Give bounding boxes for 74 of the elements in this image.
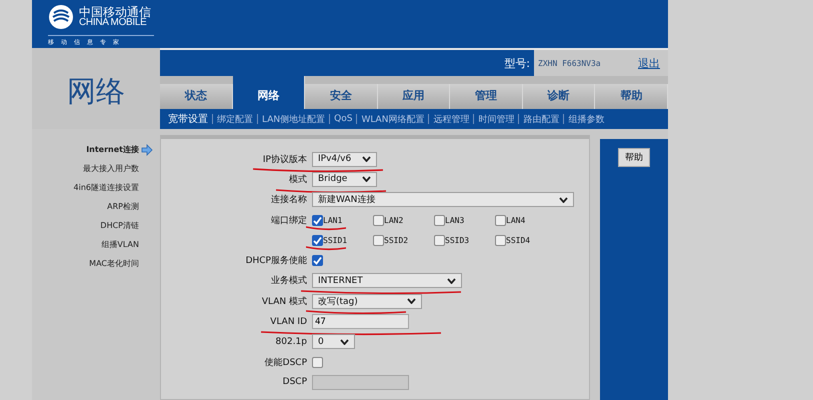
dropdown[interactable]: IPv4/v6	[312, 152, 377, 167]
checkbox[interactable]	[373, 234, 384, 246]
field-label: 端口绑定	[271, 214, 307, 227]
sidebar-item[interactable]: Internet连接	[86, 144, 139, 155]
checkbox[interactable]	[312, 214, 323, 226]
field-label: 使能DSCP	[264, 356, 307, 369]
nav-tab[interactable]: 安全	[305, 84, 378, 109]
checkbox[interactable]	[434, 214, 445, 226]
field-label: VLAN ID	[270, 316, 307, 327]
chevron-icon	[447, 278, 456, 284]
section-title: 网络	[66, 72, 126, 110]
nav-tab[interactable]: 状态	[160, 84, 233, 109]
checkbox-label: SSID1	[323, 236, 348, 245]
subnav-link[interactable]: 远程管理	[433, 112, 470, 126]
field-label: 模式	[289, 174, 307, 186]
sidebar-item[interactable]: 4in6隧道连接设置	[74, 182, 139, 193]
dropdown[interactable]: Bridge	[312, 172, 377, 187]
field-label: DHCP服务使能	[246, 254, 307, 268]
checkbox-label: LAN3	[445, 216, 464, 225]
subnav-link[interactable]: LAN侧地址配置	[262, 112, 326, 126]
brand-name-english: CHINA MOBILE	[79, 18, 147, 28]
field-label: IP协议版本	[262, 154, 307, 166]
chevron-icon	[559, 196, 568, 203]
logout-link[interactable]: 退出	[638, 56, 660, 70]
checkbox[interactable]	[312, 234, 323, 246]
subnav-link[interactable]: 组播参数	[568, 112, 604, 126]
subnav-link[interactable]: 路由配置	[523, 112, 560, 126]
checkbox[interactable]	[495, 234, 506, 246]
chevron-icon	[362, 176, 371, 182]
field-label: 802.1p	[276, 336, 307, 347]
arrow-icon	[141, 144, 153, 156]
field-label: VLAN 模式	[262, 296, 307, 308]
chevron-icon	[407, 298, 416, 304]
checkbox-label: LAN4	[506, 216, 526, 225]
subnav-link[interactable]: 绑定配置	[217, 112, 253, 126]
nav-tab[interactable]: 诊断	[522, 84, 596, 109]
dropdown[interactable]: 0	[312, 334, 355, 350]
checkbox-label: LAN2	[384, 216, 404, 225]
dropdown[interactable]: 新建WAN连接	[312, 192, 574, 208]
subnav-link[interactable]: QoS	[334, 114, 352, 124]
nav-tab[interactable]: 网络	[232, 76, 306, 109]
chevron-icon	[340, 338, 349, 345]
checkbox[interactable]	[373, 214, 384, 226]
chevron-icon	[362, 156, 371, 162]
sidebar-item[interactable]: MAC老化时间	[89, 258, 139, 269]
sidebar-item[interactable]: 组播VLAN	[101, 239, 139, 250]
nav-tab[interactable]: 帮助	[595, 84, 668, 109]
checkbox-label: SSID3	[445, 236, 470, 245]
field-label: 业务模式	[271, 274, 307, 288]
nav-tab[interactable]: 应用	[378, 84, 450, 109]
sidebar-item[interactable]: DHCP清链	[100, 220, 139, 231]
nav-tab[interactable]: 管理	[450, 84, 523, 109]
checkbox[interactable]	[495, 214, 506, 226]
help-button[interactable]: 帮助	[618, 148, 650, 167]
subnav-link[interactable]: WLAN网络配置	[361, 112, 424, 126]
dropdown[interactable]: INTERNET	[312, 273, 462, 288]
model-value: ZXHN F663NV3a	[538, 58, 601, 68]
input-field[interactable]: 47	[312, 314, 409, 330]
sidebar-item[interactable]: 最大接入用户数	[83, 163, 139, 174]
brand-name: 中国移动通信	[79, 6, 151, 18]
checkbox-label: LAN1	[323, 216, 342, 225]
field-label: DSCP	[282, 377, 307, 388]
checkbox[interactable]	[312, 356, 323, 368]
checkbox-label: SSID2	[384, 236, 408, 245]
subnav-link[interactable]: 宽带设置	[168, 112, 208, 126]
dropdown[interactable]: 改写(tag)	[312, 294, 422, 309]
checkbox-label: SSID4	[506, 236, 530, 245]
field-label: 连接名称	[271, 194, 307, 206]
model-label: 型号:	[504, 56, 531, 70]
sidebar-item[interactable]: ARP检测	[107, 201, 139, 212]
checkbox[interactable]	[312, 255, 323, 266]
checkbox[interactable]	[434, 234, 445, 246]
logo-icon	[48, 4, 74, 30]
subnav-link[interactable]: 时间管理	[478, 112, 514, 126]
